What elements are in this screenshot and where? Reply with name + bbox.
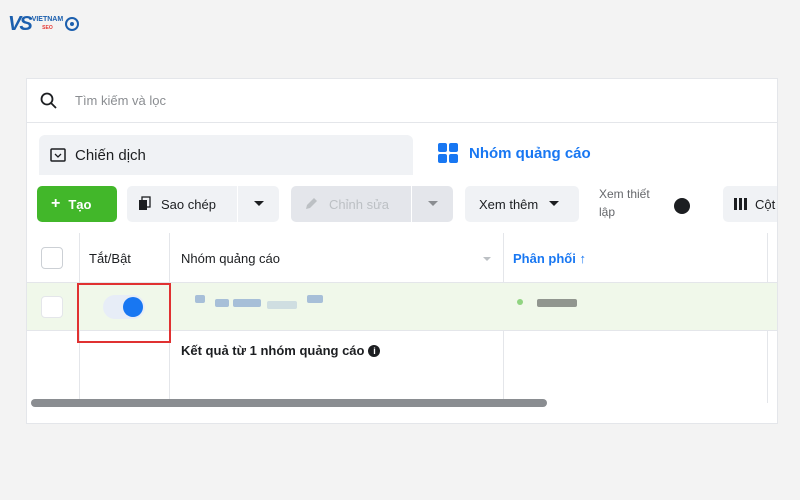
logo-eye-icon <box>65 17 80 31</box>
folder-icon <box>50 148 66 162</box>
edit-label: Chỉnh sửa <box>329 196 390 212</box>
pencil-icon <box>306 198 317 209</box>
redacted-status <box>537 299 577 307</box>
search-icon <box>40 92 57 109</box>
create-label: Tạo <box>68 196 92 212</box>
status-dot <box>517 299 523 305</box>
toggle-highlight-box <box>77 283 171 343</box>
redacted-name <box>195 295 205 303</box>
ad-set-table: Tắt/Bật Nhóm quảng cáo Phân phối ↑ Kết q… <box>27 233 777 403</box>
columns-button[interactable]: Cột <box>723 186 777 222</box>
chevron-down-icon <box>427 201 438 206</box>
level-tabs: Chiến dịch Nhóm quảng cáo <box>27 131 777 179</box>
plus-icon: + <box>51 195 61 212</box>
columns-icon <box>734 198 747 210</box>
results-summary: Kết quả từ 1 nhóm quảng cáo i <box>181 343 381 358</box>
more-label: Xem thêm <box>479 196 539 212</box>
copy-button[interactable]: Sao chép <box>127 186 279 222</box>
search-input[interactable]: Tìm kiếm và lọc <box>75 93 166 108</box>
tab-campaigns[interactable]: Chiến dịch <box>39 135 413 175</box>
horizontal-scrollbar[interactable] <box>31 399 547 407</box>
columns-label: Cột <box>755 196 776 212</box>
redacted-name <box>267 301 297 309</box>
redacted-name <box>233 299 261 307</box>
col-delivery-header[interactable]: Phân phối ↑ <box>513 251 586 266</box>
view-setup-toggle[interactable] <box>671 195 711 217</box>
search-bar[interactable]: Tìm kiếm và lọc <box>27 79 777 123</box>
copy-label: Sao chép <box>161 196 216 212</box>
view-setup-label: Xem thiết lập <box>599 187 650 219</box>
col-adset-name-header[interactable]: Nhóm quảng cáo <box>181 251 280 266</box>
grid-icon <box>438 143 458 163</box>
table-header: Tắt/Bật Nhóm quảng cáo Phân phối ↑ <box>27 233 777 283</box>
sort-caret-icon <box>483 257 491 261</box>
create-button[interactable]: + Tạo <box>37 186 117 222</box>
brand-logo: VS VIETNAM SEO <box>8 12 84 36</box>
redacted-name <box>215 299 229 307</box>
more-button[interactable]: Xem thêm <box>465 186 579 222</box>
tab-ad-sets-label: Nhóm quảng cáo <box>469 144 591 162</box>
copy-dropdown[interactable] <box>237 186 279 222</box>
logo-text: VIETNAM SEO <box>31 16 64 31</box>
col-toggle-header[interactable]: Tắt/Bật <box>89 251 131 266</box>
row-checkbox[interactable] <box>41 296 63 318</box>
logo-mark: VS <box>8 12 33 35</box>
chevron-down-icon <box>549 201 560 206</box>
tab-ad-sets[interactable]: Nhóm quảng cáo <box>425 131 777 175</box>
edit-button[interactable]: Chỉnh sửa <box>291 186 453 222</box>
chevron-down-icon <box>253 201 264 206</box>
info-icon[interactable]: i <box>368 344 381 357</box>
redacted-name <box>307 295 323 303</box>
select-all-checkbox[interactable] <box>41 247 63 269</box>
ads-manager-panel: Tìm kiếm và lọc Chiến dịch Nhóm quảng cá… <box>26 78 778 424</box>
toolbar: + Tạo Sao chép Chỉnh sửa Xem thêm Xem th… <box>27 185 777 225</box>
tab-campaigns-label: Chiến dịch <box>75 146 146 164</box>
results-summary-text: Kết quả từ 1 nhóm quảng cáo <box>181 343 365 358</box>
edit-dropdown[interactable] <box>411 186 453 222</box>
view-setup: Xem thiết lập <box>599 185 719 225</box>
copy-icon <box>139 196 151 210</box>
